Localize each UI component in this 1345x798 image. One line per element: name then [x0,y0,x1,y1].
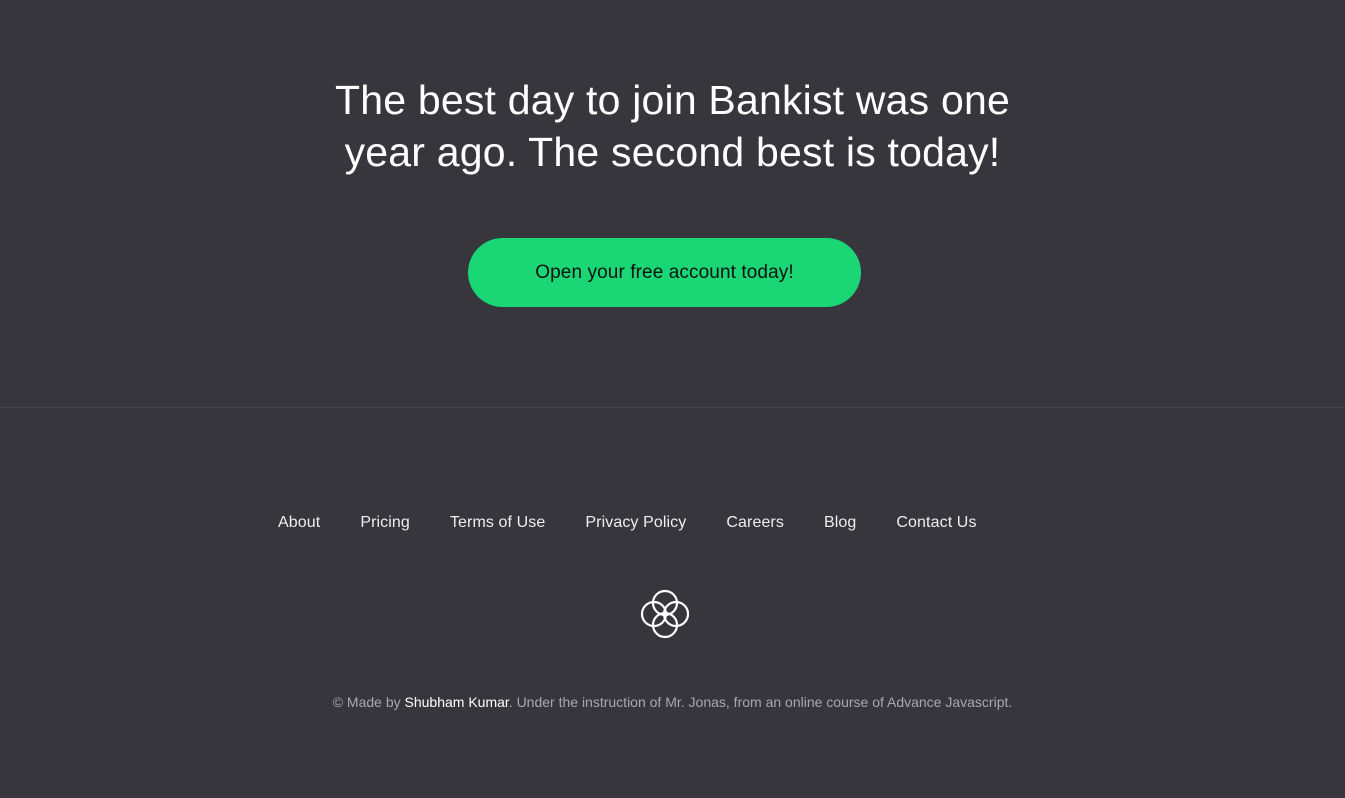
signup-section: The best day to join Bankist was one yea… [0,0,1345,407]
footer-nav-item-contact: Contact Us [896,508,976,538]
signup-title-line-1: The best day to join Bankist was one [335,77,1010,123]
signup-title: The best day to join Bankist was one yea… [0,74,1345,178]
footer-nav-item-careers: Careers [726,508,784,538]
footer-link-careers[interactable]: Careers [726,514,784,531]
footer-link-privacy-policy[interactable]: Privacy Policy [585,514,686,531]
footer-link-terms-of-use[interactable]: Terms of Use [450,514,545,531]
footer-nav-item-pricing: Pricing [360,508,410,538]
footer-link-about[interactable]: About [278,514,320,531]
copyright-text: © Made by Shubham Kumar. Under the instr… [0,692,1345,712]
footer-nav-item-about: About [278,508,320,538]
footer-link-pricing[interactable]: Pricing [360,514,410,531]
author-name: Shubham Kumar [404,694,509,710]
footer-nav-item-terms: Terms of Use [450,508,545,538]
copyright-prefix: © Made by [332,694,405,710]
open-account-button[interactable]: Open your free account today! [468,238,861,307]
footer-nav: About Pricing Terms of Use Privacy Polic… [258,508,997,538]
footer-nav-item-blog: Blog [824,508,856,538]
four-circles-logo-icon [640,589,690,639]
signup-title-line-2: year ago. The second best is today! [344,129,1001,175]
footer-link-blog[interactable]: Blog [824,514,856,531]
section-divider [0,407,1345,408]
footer-link-contact-us[interactable]: Contact Us [896,514,976,531]
copyright-suffix: . Under the instruction of Mr. Jonas, fr… [508,694,1013,710]
footer-nav-item-privacy: Privacy Policy [585,508,686,538]
